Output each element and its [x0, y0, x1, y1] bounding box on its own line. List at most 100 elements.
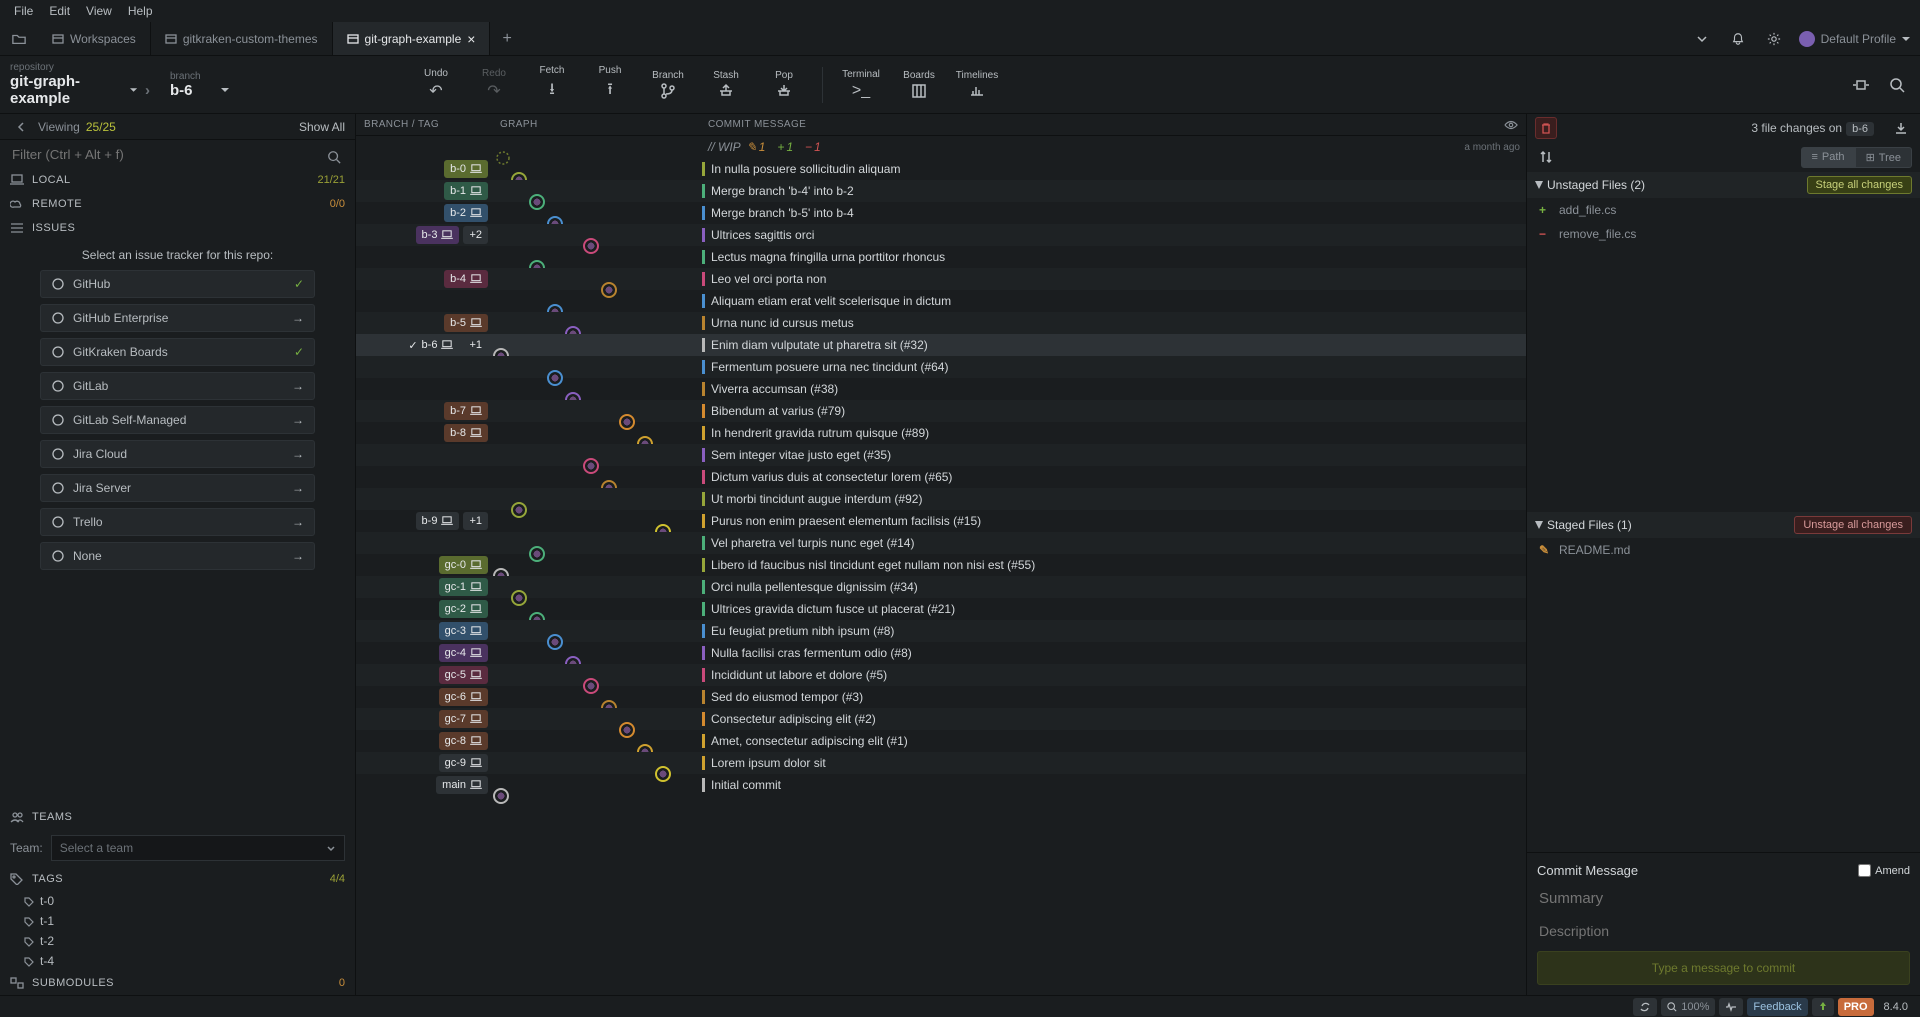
discard-button[interactable]	[1535, 117, 1557, 139]
branch-tag[interactable]: gc-2	[439, 600, 488, 618]
tracker-trello[interactable]: Trello→	[40, 508, 315, 536]
activity-icon[interactable]	[1719, 998, 1743, 1016]
commit-row[interactable]: Vel pharetra vel turpis nunc eget (#14)	[356, 532, 1526, 554]
section-remote[interactable]: REMOTE0/0	[0, 192, 355, 216]
tracker-github[interactable]: GitHub✓	[40, 270, 315, 298]
file-item[interactable]: ✎README.md	[1527, 538, 1920, 562]
branch-button[interactable]: Branch	[642, 61, 694, 109]
branch-tag[interactable]: b-0	[444, 160, 488, 178]
branch-tag[interactable]: gc-1	[439, 578, 488, 596]
branch-tag[interactable]: b-2	[444, 204, 488, 222]
commit-row[interactable]: gc-3Eu feugiat pretium nibh ipsum (#8)	[356, 620, 1526, 642]
commit-row[interactable]: gc-5Incididunt ut labore et dolore (#5)	[356, 664, 1526, 686]
branch-tag[interactable]: gc-0	[439, 556, 488, 574]
redo-button[interactable]: Redo↷	[468, 61, 520, 109]
split-icon[interactable]	[1850, 74, 1872, 96]
view-path[interactable]: ≡Path	[1801, 147, 1856, 168]
tracker-gitlab[interactable]: GitLab→	[40, 372, 315, 400]
section-tags[interactable]: TAGS4/4	[0, 867, 355, 891]
tag-item[interactable]: t-0	[0, 891, 355, 911]
boards-button[interactable]: Boards	[893, 61, 945, 109]
commit-row[interactable]: b-5Urna nunc id cursus metus	[356, 312, 1526, 334]
repo-selector[interactable]: repository git-graph-example ›	[0, 56, 160, 113]
tracker-none[interactable]: None→	[40, 542, 315, 570]
commit-row[interactable]: gc-4Nulla facilisi cras fermentum odio (…	[356, 642, 1526, 664]
commit-row[interactable]: gc-8Amet, consectetur adipiscing elit (#…	[356, 730, 1526, 752]
commit-row[interactable]: b-1Merge branch 'b-4' into b-2	[356, 180, 1526, 202]
terminal-button[interactable]: Terminal>_	[835, 61, 887, 109]
update-icon[interactable]	[1812, 998, 1834, 1016]
search-icon[interactable]	[1886, 74, 1908, 96]
push-button[interactable]: Push⭱	[584, 61, 636, 109]
branch-tag[interactable]: gc-5	[439, 666, 488, 684]
tracker-gitkraken-boards[interactable]: GitKraken Boards✓	[40, 338, 315, 366]
branch-tag[interactable]: b-5	[444, 314, 488, 332]
branch-tag[interactable]: ✓b-6	[402, 336, 459, 354]
branch-tag[interactable]: b-4	[444, 270, 488, 288]
show-all-link[interactable]: Show All	[299, 120, 345, 134]
commit-row[interactable]: Viverra accumsan (#38)	[356, 378, 1526, 400]
amend-toggle[interactable]: Amend	[1858, 863, 1910, 878]
branch-tag[interactable]: gc-4	[439, 644, 488, 662]
commit-row[interactable]: b-9+1Purus non enim praesent elementum f…	[356, 510, 1526, 532]
commit-button[interactable]: Type a message to commit	[1537, 951, 1910, 985]
team-select[interactable]: Select a team	[51, 835, 345, 861]
menu-file[interactable]: File	[6, 2, 41, 20]
filter-input[interactable]	[0, 140, 355, 168]
timelines-button[interactable]: Timelines	[951, 61, 1003, 109]
section-local[interactable]: LOCAL21/21	[0, 168, 355, 192]
branch-tag[interactable]: b-1	[444, 182, 488, 200]
section-issues[interactable]: ISSUES	[0, 216, 355, 240]
search-icon[interactable]	[323, 146, 345, 168]
sort-icon[interactable]	[1535, 146, 1557, 168]
commit-row[interactable]: ✓b-6+1Enim diam vulputate ut pharetra si…	[356, 334, 1526, 356]
commit-row[interactable]: b-8In hendrerit gravida rutrum quisque (…	[356, 422, 1526, 444]
pop-button[interactable]: Pop	[758, 61, 810, 109]
menu-view[interactable]: View	[78, 2, 120, 20]
tracker-gitlab-self-managed[interactable]: GitLab Self-Managed→	[40, 406, 315, 434]
commit-row[interactable]: Lectus magna fringilla urna porttitor rh…	[356, 246, 1526, 268]
tracker-jira-server[interactable]: Jira Server→	[40, 474, 315, 502]
menu-help[interactable]: Help	[120, 2, 161, 20]
commit-row[interactable]: Ut morbi tincidunt augue interdum (#92)	[356, 488, 1526, 510]
gear-icon[interactable]	[1763, 28, 1785, 50]
unstaged-header[interactable]: Unstaged Files (2) Stage all changes	[1527, 172, 1920, 198]
wip-row[interactable]: // WIP ✎ 1 + 1 − 1 a month ago	[356, 136, 1526, 158]
tab-0[interactable]: Workspaces	[38, 22, 151, 55]
commit-node[interactable]	[493, 788, 509, 804]
extra-tag[interactable]: +2	[463, 226, 488, 244]
unstage-all-button[interactable]: Unstage all changes	[1794, 516, 1912, 534]
tag-item[interactable]: t-2	[0, 931, 355, 951]
commit-row[interactable]: b-2Merge branch 'b-5' into b-4	[356, 202, 1526, 224]
commit-row[interactable]: gc-0Libero id faucibus nisl tincidunt eg…	[356, 554, 1526, 576]
commit-row[interactable]: gc-2Ultrices gravida dictum fusce ut pla…	[356, 598, 1526, 620]
commit-row[interactable]: gc-7Consectetur adipiscing elit (#2)	[356, 708, 1526, 730]
tab-1[interactable]: gitkraken-custom-themes	[151, 22, 333, 55]
pro-badge[interactable]: PRO	[1838, 998, 1874, 1016]
branch-tag[interactable]: main	[436, 776, 488, 794]
profile-selector[interactable]: Default Profile	[1799, 31, 1910, 47]
eye-icon[interactable]	[1504, 114, 1526, 136]
commit-row[interactable]: mainInitial commit	[356, 774, 1526, 796]
view-tree[interactable]: ⊞Tree	[1856, 147, 1912, 168]
file-item[interactable]: −remove_file.cs	[1527, 222, 1920, 246]
commit-row[interactable]: b-0In nulla posuere sollicitudin aliquam	[356, 158, 1526, 180]
commit-row[interactable]: gc-1Orci nulla pellentesque dignissim (#…	[356, 576, 1526, 598]
zoom-status[interactable]: 100%	[1661, 998, 1715, 1016]
undo-button[interactable]: Undo↶	[410, 61, 462, 109]
extra-tag[interactable]: +1	[463, 512, 488, 530]
file-item[interactable]: +add_file.cs	[1527, 198, 1920, 222]
staged-header[interactable]: Staged Files (1) Unstage all changes	[1527, 512, 1920, 538]
new-tab-button[interactable]: +	[490, 30, 523, 48]
fetch-button[interactable]: Fetch⭳	[526, 61, 578, 109]
commit-row[interactable]: Aliquam etiam erat velit scelerisque in …	[356, 290, 1526, 312]
branch-tag[interactable]: b-9	[416, 512, 460, 530]
commit-summary[interactable]	[1537, 886, 1910, 911]
commit-row[interactable]: Dictum varius duis at consectetur lorem …	[356, 466, 1526, 488]
chevron-down-icon[interactable]	[1691, 28, 1713, 50]
sync-icon[interactable]	[1633, 998, 1657, 1016]
tab-2[interactable]: git-graph-example×	[333, 22, 491, 55]
close-icon[interactable]: ×	[467, 31, 475, 47]
branch-tag[interactable]: b-8	[444, 424, 488, 442]
tag-item[interactable]: t-1	[0, 911, 355, 931]
